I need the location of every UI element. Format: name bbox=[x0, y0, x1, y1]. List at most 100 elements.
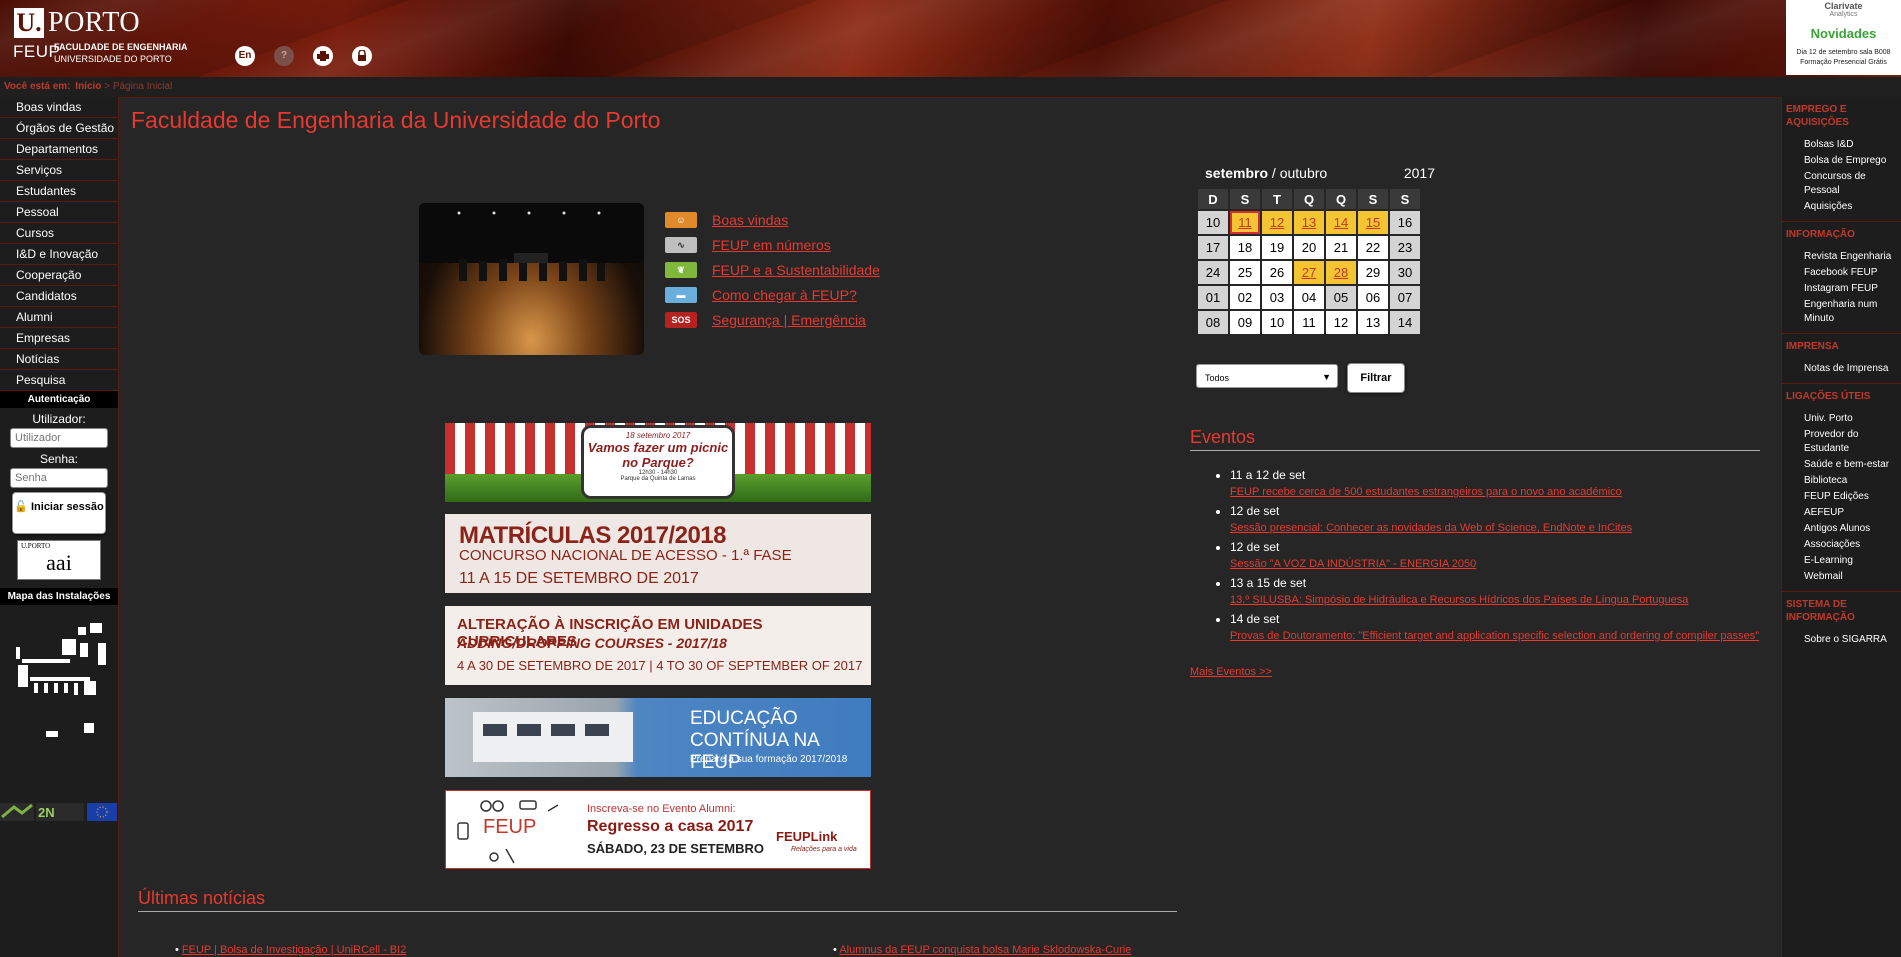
username-input[interactable] bbox=[10, 428, 108, 448]
calendar-day-link[interactable]: 12 bbox=[1270, 215, 1284, 230]
quick-link-label[interactable]: Segurança | Emergência bbox=[712, 312, 866, 328]
breadcrumb-home-link[interactable]: Início bbox=[75, 81, 101, 92]
calendar-day-event[interactable]: 12 bbox=[1260, 209, 1294, 236]
event-link[interactable]: 13.º SILUSBA: Simpósio de Hidráulica e R… bbox=[1230, 592, 1770, 609]
ad-title: Novidades bbox=[1810, 26, 1877, 41]
calendar-day: 14 bbox=[1388, 309, 1422, 336]
language-icon[interactable]: En bbox=[235, 46, 255, 66]
calendar-month-next[interactable]: outubro bbox=[1280, 165, 1327, 181]
calendar-day-link[interactable]: 15 bbox=[1366, 215, 1380, 230]
right-link[interactable]: Saúde e bem-estar bbox=[1804, 457, 1901, 473]
calendar-day-link[interactable]: 13 bbox=[1302, 215, 1316, 230]
banner-picnic[interactable]: 18 setembro 2017 Vamos fazer um picnic n… bbox=[445, 423, 871, 502]
calendar-day-link[interactable]: 27 bbox=[1302, 265, 1316, 280]
right-link[interactable]: Instagram FEUP bbox=[1804, 281, 1901, 297]
menu-item-estudantes[interactable]: Estudantes bbox=[0, 181, 118, 202]
news-link[interactable]: FEUP | Bolsa de Investigação | UniRCell … bbox=[182, 944, 406, 956]
calendar-day-event[interactable]: 13 bbox=[1292, 209, 1326, 236]
menu-item-departamentos[interactable]: Departamentos bbox=[0, 139, 118, 160]
event-link[interactable]: Provas de Doutoramento: "Efficient targe… bbox=[1230, 628, 1770, 645]
campus-map[interactable] bbox=[0, 607, 118, 762]
banner-matriculas-subtitle: CONCURSO NACIONAL DE ACESSO - 1.ª FASE bbox=[459, 547, 792, 564]
help-icon[interactable]: ? bbox=[274, 46, 294, 66]
menu-item-alumni[interactable]: Alumni bbox=[0, 307, 118, 328]
news-link[interactable]: Alumnus da FEUP conquista bolsa Marie Sk… bbox=[839, 944, 1131, 956]
print-icon[interactable] bbox=[313, 46, 333, 66]
menu-item-servicos[interactable]: Serviços bbox=[0, 160, 118, 181]
right-link[interactable]: Concursos de Pessoal bbox=[1804, 169, 1901, 199]
news-item[interactable]: • FEUP | Bolsa de Investigação | UniRCel… bbox=[175, 944, 406, 956]
map-heading: Mapa das Instalações bbox=[0, 588, 118, 605]
right-link[interactable]: Notas de Imprensa bbox=[1804, 361, 1901, 377]
right-link[interactable]: AEFEUP bbox=[1804, 505, 1901, 521]
right-link[interactable]: Sobre o SIGARRA bbox=[1804, 632, 1901, 648]
login-button[interactable]: 🔓 Iniciar sessão bbox=[12, 492, 106, 534]
calendar-day-event[interactable]: 15 bbox=[1356, 209, 1390, 236]
right-link[interactable]: FEUP Edições bbox=[1804, 489, 1901, 505]
calendar-day: 17 bbox=[1196, 234, 1230, 261]
quick-link-como-chegar[interactable]: ▬ Como chegar à FEUP? bbox=[665, 282, 880, 307]
logo-porto[interactable]: PORTO bbox=[48, 8, 140, 38]
right-link[interactable]: Revista Engenharia bbox=[1804, 249, 1901, 265]
banner-alumni[interactable]: FEUP Inscreva-se no Evento Alumni: Regre… bbox=[445, 790, 871, 869]
event-link[interactable]: FEUP recebe cerca de 500 estudantes estr… bbox=[1230, 484, 1770, 501]
right-link[interactable]: Provedor do Estudante bbox=[1804, 427, 1901, 457]
event-date: 13 a 15 de set bbox=[1230, 576, 1307, 590]
right-link[interactable]: Aquisições bbox=[1804, 199, 1901, 215]
menu-item-orgaos-de-gestao[interactable]: Órgãos de Gestão bbox=[0, 118, 118, 139]
aai-logo[interactable]: U.PORTO aai bbox=[17, 540, 101, 580]
event-link[interactable]: Sessão "A VOZ DA INDÚSTRIA" - ENERGIA 20… bbox=[1230, 556, 1770, 573]
quick-link-label[interactable]: Boas vindas bbox=[712, 212, 788, 228]
password-input[interactable] bbox=[10, 468, 108, 488]
right-link[interactable]: Biblioteca bbox=[1804, 473, 1901, 489]
event-link[interactable]: Sessão presencial: Conhecer as novidades… bbox=[1230, 520, 1770, 537]
menu-item-pesquisa[interactable]: Pesquisa bbox=[0, 370, 118, 391]
menu-item-boas-vindas[interactable]: Boas vindas bbox=[0, 97, 118, 118]
menu-item-empresas[interactable]: Empresas bbox=[0, 328, 118, 349]
quick-link-sustentabilidade[interactable]: ❦ FEUP e a Sustentabilidade bbox=[665, 257, 880, 282]
clarivate-ad[interactable]: Clarivate Analytics Novidades Dia 12 de … bbox=[1786, 0, 1901, 75]
more-events-link[interactable]: Mais Eventos >> bbox=[1190, 666, 1272, 678]
right-link[interactable]: Engenharia num Minuto bbox=[1804, 297, 1901, 327]
menu-item-id-inovacao[interactable]: I&D e Inovação bbox=[0, 244, 118, 265]
quick-link-boas-vindas[interactable]: ☺ Boas vindas bbox=[665, 207, 880, 232]
calendar-day-link[interactable]: 11 bbox=[1238, 215, 1252, 230]
logo-u[interactable]: U. bbox=[14, 8, 44, 38]
right-link[interactable]: Facebook FEUP bbox=[1804, 265, 1901, 281]
calendar-day-event[interactable]: 11 bbox=[1228, 209, 1262, 236]
right-link[interactable]: Antigos Alunos bbox=[1804, 521, 1901, 537]
menu-item-cursos[interactable]: Cursos bbox=[0, 223, 118, 244]
right-link[interactable]: Bolsa de Emprego bbox=[1804, 153, 1901, 169]
quick-link-label[interactable]: FEUP e a Sustentabilidade bbox=[712, 262, 880, 278]
calendar-day-event[interactable]: 28 bbox=[1324, 259, 1358, 286]
lock-icon[interactable] bbox=[352, 46, 372, 66]
banner-alteracao-inscricao[interactable]: ALTERAÇÃO À INSCRIÇÃO EM UNIDADES CURRIC… bbox=[445, 606, 871, 685]
calendar-day-link[interactable]: 28 bbox=[1334, 265, 1348, 280]
menu-item-noticias[interactable]: Notícias bbox=[0, 349, 118, 370]
orchestra-photo[interactable] bbox=[419, 203, 644, 355]
quick-link-feup-em-numeros[interactable]: ∿ FEUP em números bbox=[665, 232, 880, 257]
banner-educacao-continua[interactable]: EDUCAÇÃO CONTÍNUA NA FEUP Prepare a sua … bbox=[445, 698, 871, 777]
right-section-list: Univ. Porto Provedor do Estudante Saúde … bbox=[1782, 407, 1901, 592]
weekday-header: S bbox=[1228, 187, 1262, 211]
banner-matriculas[interactable]: MATRÍCULAS 2017/2018 CONCURSO NACIONAL D… bbox=[445, 514, 871, 593]
calendar-month-current[interactable]: setembro bbox=[1205, 165, 1268, 181]
main-menu: Boas vindas Órgãos de Gestão Departament… bbox=[0, 97, 118, 391]
menu-item-pessoal[interactable]: Pessoal bbox=[0, 202, 118, 223]
right-link[interactable]: Bolsas I&D bbox=[1804, 137, 1901, 153]
quick-link-label[interactable]: Como chegar à FEUP? bbox=[712, 287, 857, 303]
calendar-day-link[interactable]: 14 bbox=[1334, 215, 1348, 230]
menu-item-cooperacao[interactable]: Cooperação bbox=[0, 265, 118, 286]
filter-button[interactable]: Filtrar bbox=[1347, 363, 1405, 393]
calendar-day-event[interactable]: 27 bbox=[1292, 259, 1326, 286]
right-link[interactable]: E-Learning bbox=[1804, 553, 1901, 569]
quick-link-label[interactable]: FEUP em números bbox=[712, 237, 831, 253]
menu-item-candidatos[interactable]: Candidatos bbox=[0, 286, 118, 307]
right-link[interactable]: Associações bbox=[1804, 537, 1901, 553]
event-filter-select[interactable]: Todos ▼ bbox=[1196, 364, 1338, 388]
right-link[interactable]: Webmail bbox=[1804, 569, 1901, 585]
news-item[interactable]: • Alumnus da FEUP conquista bolsa Marie … bbox=[833, 944, 1131, 956]
quick-link-seguranca[interactable]: SOS Segurança | Emergência bbox=[665, 307, 880, 332]
right-link[interactable]: Univ. Porto bbox=[1804, 411, 1901, 427]
calendar-day-event[interactable]: 14 bbox=[1324, 209, 1358, 236]
